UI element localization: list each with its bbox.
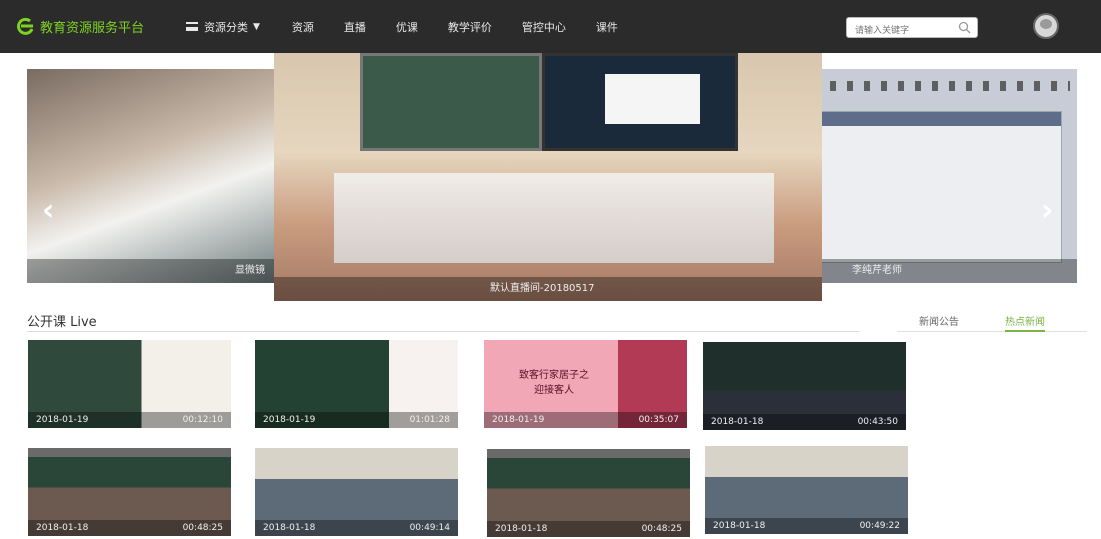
- video-thumbnail[interactable]: 2018-01-19 01:01:28: [255, 340, 458, 428]
- carousel-slide-center[interactable]: 默认直播间-20180517: [274, 53, 822, 301]
- video-meta-bar: 2018-01-19 01:01:28: [255, 412, 458, 428]
- slide-software-window: [820, 111, 1062, 263]
- resource-category-menu[interactable]: 资源分类 ▼: [186, 19, 260, 35]
- video-thumbnail[interactable]: 2018-01-18 00:48:25: [28, 448, 231, 536]
- banner-carousel: 显微镜 李纯芹老师 默认直播间-20180517 ‹ ›: [0, 53, 1101, 303]
- video-meta-bar: 2018-01-18 00:49:22: [705, 518, 908, 534]
- nav-item-live[interactable]: 直播: [344, 19, 366, 35]
- video-duration: 00:12:10: [182, 415, 223, 425]
- nav-item-courseware[interactable]: 课件: [596, 19, 618, 35]
- section-title: 公开课 Live: [27, 315, 97, 330]
- carousel-caption-center: 默认直播间-20180517: [274, 277, 822, 301]
- video-meta-bar: 2018-01-19 00:35:07: [484, 412, 687, 428]
- open-class-section-header: 公开课 Live: [27, 311, 859, 332]
- video-date: 2018-01-18: [36, 523, 89, 533]
- video-title-overlay: 致客行家居子之 迎接客人: [519, 370, 589, 396]
- main-nav: 资源分类 ▼ 资源 直播 优课 教学评价 管控中心 课件: [186, 0, 648, 53]
- search-icon[interactable]: [958, 21, 971, 34]
- video-date: 2018-01-19: [263, 415, 316, 425]
- carousel-caption-left: 显微镜: [27, 259, 287, 283]
- video-date: 2018-01-19: [36, 415, 89, 425]
- video-thumbnail[interactable]: 2018-01-18 00:49:14: [255, 448, 458, 536]
- caret-down-icon: ▼: [253, 21, 260, 32]
- user-avatar[interactable]: [1033, 13, 1059, 39]
- slide-decoration: [830, 81, 1070, 91]
- video-date: 2018-01-18: [263, 523, 316, 533]
- video-duration: 00:35:07: [638, 415, 679, 425]
- nav-item-resources[interactable]: 资源: [292, 19, 314, 35]
- video-duration: 00:48:25: [641, 524, 682, 534]
- carousel-slide-left[interactable]: 显微镜: [27, 69, 287, 283]
- carousel-prev-arrow-icon[interactable]: ‹: [42, 193, 54, 228]
- tab-news-announcements[interactable]: 新闻公告: [919, 313, 959, 328]
- carousel-caption-right: 李纯芹老师: [812, 259, 1077, 283]
- logo-icon: [17, 17, 34, 35]
- logo-text: 教育资源服务平台: [40, 20, 145, 36]
- video-duration: 01:01:28: [409, 415, 450, 425]
- nav-item-control-center[interactable]: 管控中心: [522, 19, 566, 35]
- video-thumbnail[interactable]: 2018-01-18 00:43:50: [703, 342, 906, 430]
- video-meta-bar: 2018-01-19 00:12:10: [28, 412, 231, 428]
- video-date: 2018-01-19: [492, 415, 545, 425]
- video-thumbnail[interactable]: 2018-01-18 00:49:22: [705, 446, 908, 534]
- slide-desks: [334, 173, 774, 263]
- video-thumbnail[interactable]: 2018-01-18 00:48:25: [487, 449, 690, 537]
- video-date: 2018-01-18: [495, 524, 548, 534]
- video-duration: 00:48:25: [182, 523, 223, 533]
- video-duration: 00:43:50: [857, 417, 898, 427]
- video-meta-bar: 2018-01-18 00:49:14: [255, 520, 458, 536]
- video-meta-bar: 2018-01-18 00:48:25: [487, 521, 690, 537]
- video-meta-bar: 2018-01-18 00:48:25: [28, 520, 231, 536]
- nav-item-quality-courses[interactable]: 优课: [396, 19, 418, 35]
- video-thumbnail[interactable]: 2018-01-19 00:12:10: [28, 340, 231, 428]
- platform-logo[interactable]: 教育资源服务平台: [16, 15, 144, 37]
- slide-blackboard: [360, 53, 542, 151]
- news-tabs: 新闻公告 热点新闻: [897, 313, 1087, 332]
- video-duration: 00:49:14: [409, 523, 450, 533]
- top-navigation-bar: 教育资源服务平台 资源分类 ▼ 资源 直播 优课 教学评价 管控中心 课件: [0, 0, 1101, 53]
- video-meta-bar: 2018-01-18 00:43:50: [703, 414, 906, 430]
- search-input[interactable]: [847, 21, 955, 41]
- video-date: 2018-01-18: [713, 521, 766, 531]
- hamburger-icon: [186, 22, 198, 31]
- slide-display-screen: [542, 53, 738, 151]
- video-duration: 00:49:22: [859, 521, 900, 531]
- video-date: 2018-01-18: [711, 417, 764, 427]
- tab-hot-news[interactable]: 热点新闻: [1005, 313, 1045, 332]
- video-thumbnail[interactable]: 致客行家居子之 迎接客人 2018-01-19 00:35:07: [484, 340, 687, 428]
- resource-category-label: 资源分类: [204, 20, 248, 34]
- nav-item-teaching-evaluation[interactable]: 教学评价: [448, 19, 492, 35]
- search-box: [846, 17, 978, 41]
- carousel-slide-right[interactable]: 李纯芹老师: [812, 69, 1077, 283]
- carousel-next-arrow-icon[interactable]: ›: [1041, 193, 1053, 228]
